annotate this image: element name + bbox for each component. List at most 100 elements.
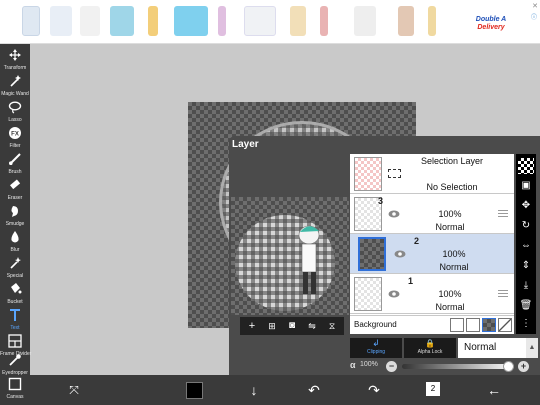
ad-image[interactable] [320, 6, 328, 36]
alpha-lock-label: Alpha Lock [417, 349, 443, 355]
layer-row[interactable]: 1 100% Normal [350, 274, 514, 314]
ad-brand-line1: Double A [475, 16, 507, 23]
ad-image[interactable] [218, 6, 226, 36]
tool-eraser[interactable]: Eraser [0, 178, 30, 204]
selection-layer-title: Selection Layer [420, 156, 484, 166]
drag-handle-icon[interactable] [498, 289, 508, 297]
checker-icon[interactable] [518, 158, 534, 174]
minus-icon[interactable]: − [386, 361, 397, 372]
ad-banner[interactable]: Double A Delivery ⓘ ✕ [0, 0, 540, 44]
undo-icon[interactable]: ↶ [304, 381, 324, 399]
ad-image[interactable] [354, 6, 376, 36]
back-icon[interactable]: ← [484, 381, 504, 399]
layers-icon[interactable]: 2 [426, 382, 440, 396]
bg-white-swatch[interactable] [450, 318, 464, 332]
close-icon[interactable]: ✕ [532, 2, 538, 10]
add-layer-icon[interactable]: ⊞ [264, 319, 280, 333]
bg-light-checker-swatch[interactable] [466, 318, 480, 332]
svg-text:FX: FX [11, 132, 19, 138]
layer-thumbnail [358, 237, 386, 271]
move-icon[interactable]: ✥ [518, 198, 534, 214]
layer-row[interactable]: 2 100% Normal [350, 234, 514, 274]
quick-menu-icon[interactable]: ⤧ [64, 381, 84, 399]
tool-magic-wand[interactable]: Magic Wand [0, 74, 30, 100]
tool-transform[interactable]: Transform [0, 48, 30, 74]
ad-image[interactable] [398, 6, 414, 36]
rotate-icon[interactable]: ↻ [518, 218, 534, 234]
ad-image[interactable] [244, 6, 276, 36]
chevron-up-icon[interactable]: ▲ [526, 338, 538, 358]
selection-icon [388, 169, 401, 178]
tool-special[interactable]: Special [0, 256, 30, 282]
redo-icon[interactable]: ↷ [364, 381, 384, 399]
layer-row[interactable]: 3 100% Normal [350, 194, 514, 234]
merge-down-icon[interactable]: ⤓ [518, 278, 534, 294]
layer-blend-mode: Normal [435, 222, 465, 232]
transform-layer-icon[interactable]: ▣ [518, 178, 534, 194]
flip-horizontal-icon[interactable]: ⇔ [518, 238, 534, 254]
plus-icon[interactable]: + [244, 319, 260, 333]
tool-label: Eraser [7, 195, 23, 201]
left-toolbar: Transform Magic Wand Lasso FX Filter Bru… [0, 44, 31, 376]
bg-dark-checker-swatch[interactable] [482, 318, 496, 332]
eye-icon[interactable] [388, 288, 400, 300]
background-label: Background [354, 320, 397, 329]
selection-layer-subtitle: No Selection [426, 182, 478, 192]
layer-blend-mode: Normal [435, 302, 465, 312]
ad-image[interactable] [174, 6, 208, 36]
ad-image[interactable] [290, 6, 306, 36]
trash-icon[interactable]: 🗑 [518, 298, 534, 314]
clipping-label: Clipping [366, 349, 386, 355]
tool-label: Smudge [5, 221, 25, 227]
ad-image[interactable] [50, 6, 72, 36]
clipping-button[interactable]: ↲ Clipping [350, 338, 402, 358]
bucket-icon [0, 282, 30, 299]
ad-image[interactable] [80, 6, 100, 36]
alpha-symbol: α [350, 360, 356, 370]
alpha-value: 100% [360, 361, 378, 368]
opacity-slider[interactable] [402, 361, 514, 372]
layer-list: Selection Layer No Selection 3 100% Norm… [350, 154, 514, 334]
drag-handle-icon[interactable] [498, 209, 508, 217]
canvas-icon [0, 377, 30, 394]
layer-thumbnail [354, 277, 382, 311]
selection-layer-row[interactable]: Selection Layer No Selection [350, 154, 514, 194]
blend-mode-select[interactable]: Normal [458, 338, 526, 358]
magic-wand-icon [0, 74, 30, 91]
alpha-lock-button[interactable]: 🔒 Alpha Lock [404, 338, 456, 358]
move-icon [0, 48, 30, 65]
ad-image[interactable] [148, 6, 158, 36]
layer-opacity: 100% [438, 289, 462, 299]
flip-vertical-icon[interactable]: ⇕ [518, 258, 534, 274]
lasso-icon [0, 100, 30, 117]
tool-bucket[interactable]: Bucket [0, 282, 30, 308]
tool-filter[interactable]: FX Filter [0, 126, 30, 152]
tool-smudge[interactable]: Smudge [0, 204, 30, 230]
tool-brush[interactable]: Brush [0, 152, 30, 178]
more-icon[interactable]: ⋮ [518, 316, 534, 332]
merge-icon[interactable]: ⧖ [324, 319, 340, 333]
tool-canvas[interactable]: Canvas [0, 377, 30, 403]
layer-preview [231, 197, 349, 315]
download-icon[interactable]: ↓ [244, 381, 264, 399]
ad-image[interactable] [22, 6, 40, 36]
blend-controls: ↲ Clipping 🔒 Alpha Lock Normal ▲ [350, 338, 540, 358]
plus-icon[interactable]: + [518, 361, 529, 372]
tool-blur[interactable]: Blur [0, 230, 30, 256]
frame-icon [0, 334, 30, 351]
color-swatch-icon[interactable] [186, 382, 203, 399]
tool-lasso[interactable]: Lasso [0, 100, 30, 126]
camera-icon[interactable]: ◙ [284, 319, 300, 333]
ad-brand-logo[interactable]: Double A Delivery [456, 16, 526, 32]
tool-text[interactable]: Text [0, 308, 30, 334]
bg-transparent-swatch[interactable] [498, 318, 512, 332]
eye-icon[interactable] [394, 248, 406, 260]
ad-image[interactable] [428, 6, 436, 36]
ad-image[interactable] [110, 6, 134, 36]
eye-icon[interactable] [388, 208, 400, 220]
slider-knob[interactable] [503, 361, 514, 372]
flip-icon[interactable]: ⇋ [304, 319, 320, 333]
tool-label: Lasso [8, 117, 22, 123]
layer-number: 1 [408, 276, 414, 286]
info-icon[interactable]: ⓘ [531, 12, 537, 21]
